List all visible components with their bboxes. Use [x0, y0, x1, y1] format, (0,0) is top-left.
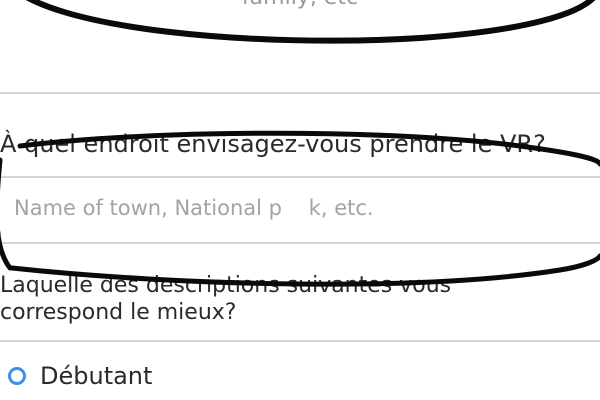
- experience-question-line2: correspond le mieux?: [0, 300, 237, 325]
- previous-field-placeholder: family, etc: [0, 0, 600, 10]
- options-divider: [0, 340, 600, 342]
- experience-question-line1: Laquelle des descriptions suivantes vous: [0, 273, 452, 298]
- option-debutant-label: Débutant: [40, 362, 153, 390]
- location-input[interactable]: [14, 178, 574, 238]
- experience-question-label: Laquelle des descriptions suivantes vous…: [0, 272, 600, 326]
- section-divider: [0, 92, 600, 94]
- radio-button-icon[interactable]: [8, 367, 26, 385]
- previous-field-placeholder-text: family, etc: [0, 0, 600, 10]
- location-question-label: À quel endroit envisagez-vous prendre le…: [0, 130, 546, 158]
- location-input-container: [0, 176, 600, 244]
- option-debutant[interactable]: Débutant: [8, 358, 152, 394]
